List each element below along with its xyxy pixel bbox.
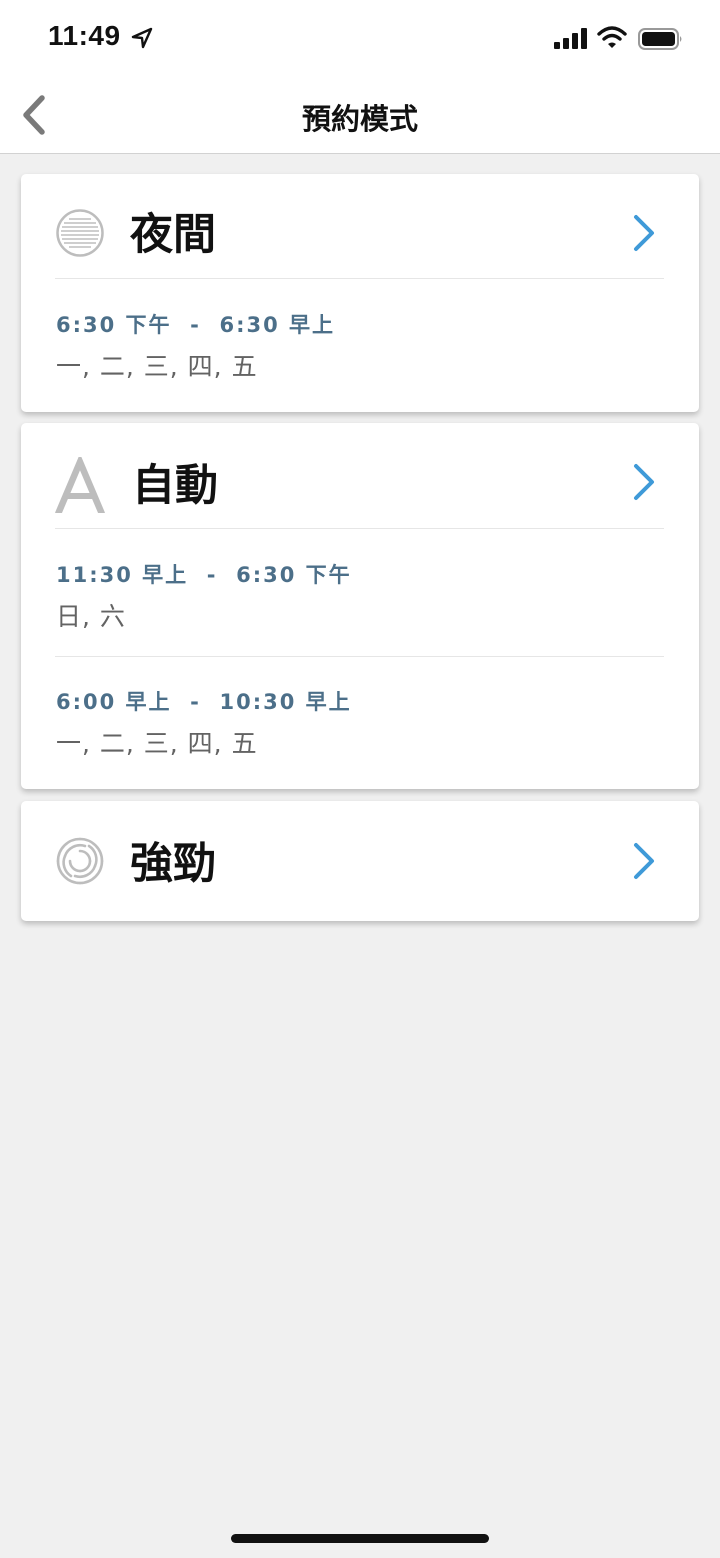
- auto-mode-icon: [55, 457, 105, 513]
- home-indicator[interactable]: [231, 1534, 489, 1543]
- schedule-time: 11:30 早上 - 6:30 下午: [56, 563, 352, 587]
- mode-title: 強勁: [130, 839, 216, 889]
- divider: [55, 656, 664, 657]
- schedule-time: 6:30 下午 - 6:30 早上: [56, 313, 336, 337]
- mode-header-night[interactable]: 夜間: [21, 174, 699, 292]
- chevron-right-icon[interactable]: [630, 462, 658, 502]
- status-time: 11:49: [48, 20, 121, 51]
- schedule-days: 一, 二, 三, 四, 五: [56, 352, 258, 381]
- page-title: 預約模式: [301, 102, 418, 136]
- mode-title: 自動: [132, 461, 218, 511]
- wifi-icon: [597, 26, 627, 48]
- mode-header-auto[interactable]: 自動: [21, 423, 699, 541]
- night-mode-icon: [56, 209, 104, 257]
- top-bar: 11:49 預約模式: [0, 0, 720, 154]
- divider: [55, 278, 664, 279]
- mode-header-turbo[interactable]: 強勁: [21, 801, 699, 921]
- divider: [55, 528, 664, 529]
- battery-icon: [638, 28, 682, 50]
- location-arrow-icon: [131, 27, 153, 49]
- schedule-days: 日, 六: [56, 602, 126, 631]
- mode-title: 夜間: [130, 210, 216, 260]
- schedule-time: 6:00 早上 - 10:30 早上: [56, 690, 352, 714]
- mode-card-night[interactable]: 夜間 6:30 下午 - 6:30 早上 一, 二, 三, 四, 五: [21, 174, 699, 412]
- mode-card-turbo[interactable]: 強勁: [21, 801, 699, 921]
- chevron-right-icon[interactable]: [630, 213, 658, 253]
- turbo-mode-icon: [56, 837, 104, 885]
- mode-card-auto[interactable]: 自動 11:30 早上 - 6:30 下午 日, 六 6:00 早上 - 10:…: [21, 423, 699, 789]
- schedule-days: 一, 二, 三, 四, 五: [56, 729, 258, 758]
- chevron-right-icon[interactable]: [630, 841, 658, 881]
- cellular-signal-icon: [554, 28, 587, 49]
